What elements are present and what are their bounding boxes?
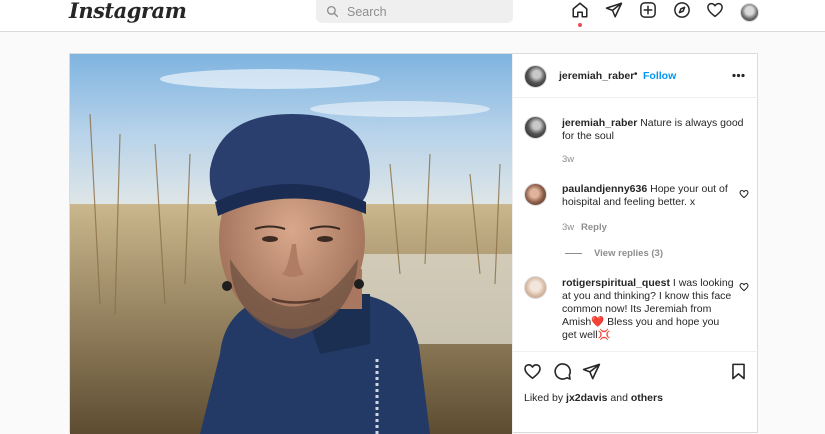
author-avatar[interactable] <box>524 65 547 88</box>
like-icon[interactable] <box>523 362 542 381</box>
liked-by-user[interactable]: jx2davis <box>566 392 607 404</box>
author-username[interactable]: jeremiah_raber <box>559 70 634 82</box>
explore-icon[interactable] <box>672 0 692 20</box>
search-input[interactable] <box>347 4 497 19</box>
new-post-icon[interactable] <box>638 0 658 20</box>
liked-by: Liked by jx2davis and others <box>524 392 663 404</box>
comment-username[interactable]: rotigerspiritual_quest <box>562 277 670 289</box>
header-separator: • <box>634 69 638 80</box>
comment-2: rotigerspiritual_quest I was looking at … <box>562 277 734 342</box>
replies-divider <box>565 253 582 254</box>
search-icon <box>326 5 339 18</box>
post-action-bar <box>513 351 759 391</box>
comment-icon[interactable] <box>553 362 572 381</box>
caption: jeremiah_raber Nature is always good for… <box>562 117 748 143</box>
search-box[interactable] <box>316 0 513 23</box>
liked-by-conjunction: and <box>610 392 628 404</box>
instagram-logo[interactable]: Instagram <box>69 0 187 23</box>
comment-like-icon[interactable] <box>739 282 749 292</box>
top-nav-bar: Instagram <box>0 0 825 32</box>
direct-message-icon[interactable] <box>604 0 624 20</box>
activity-heart-icon[interactable] <box>705 0 725 20</box>
comment-1: paulandjenny636 Hope your out of hoispit… <box>562 183 732 209</box>
reply-button[interactable]: Reply <box>581 222 607 233</box>
post-card: jeremiah_raber • Follow jeremiah_raber N… <box>69 53 759 434</box>
comment-avatar[interactable] <box>524 276 547 299</box>
caption-username[interactable]: jeremiah_raber <box>562 117 637 129</box>
caption-timestamp[interactable]: 3w <box>562 154 574 165</box>
post-photo[interactable] <box>70 54 512 434</box>
liked-by-others[interactable]: others <box>631 392 663 404</box>
comment-username[interactable]: paulandjenny636 <box>562 183 647 195</box>
view-replies-button[interactable]: View replies (3) <box>594 248 663 259</box>
more-options-icon[interactable] <box>732 73 745 78</box>
comment-avatar[interactable] <box>524 183 547 206</box>
save-icon[interactable] <box>729 362 748 381</box>
post-header: jeremiah_raber • Follow <box>513 54 759 98</box>
share-icon[interactable] <box>582 362 601 381</box>
post-photo-image <box>70 54 512 434</box>
follow-button[interactable]: Follow <box>643 70 676 82</box>
profile-avatar[interactable] <box>740 3 759 22</box>
active-nav-indicator <box>578 23 582 27</box>
caption-avatar[interactable] <box>524 116 547 139</box>
post-sidebar: jeremiah_raber • Follow jeremiah_raber N… <box>512 54 759 434</box>
liked-by-prefix: Liked by <box>524 392 564 404</box>
comment-timestamp[interactable]: 3w <box>562 222 574 233</box>
home-icon[interactable] <box>570 0 590 20</box>
comment-like-icon[interactable] <box>739 189 749 199</box>
